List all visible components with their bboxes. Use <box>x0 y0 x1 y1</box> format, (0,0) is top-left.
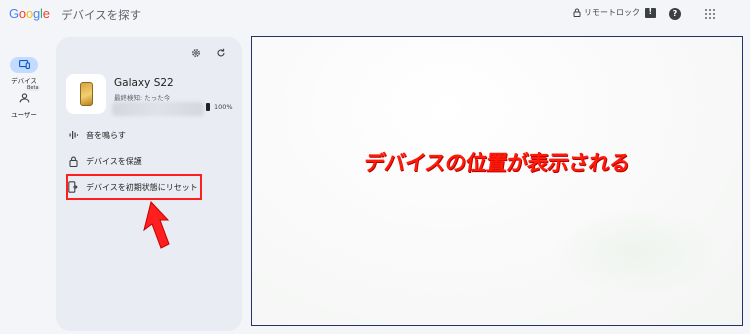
feedback-icon[interactable] <box>645 7 656 18</box>
logo-letter: o <box>18 6 26 21</box>
secure-device-action[interactable]: デバイスを保護 <box>68 155 142 167</box>
reset-highlight-box <box>66 174 202 200</box>
app-title: デバイスを探す <box>61 8 142 22</box>
rail-item-users[interactable]: Beta ユーザー <box>0 85 48 119</box>
logo-letter: o <box>25 6 33 21</box>
rail-pill <box>10 90 38 106</box>
map-view[interactable]: デバイスの位置が表示される <box>251 36 743 326</box>
rail-pill <box>10 56 38 73</box>
devices-icon <box>18 60 30 69</box>
logo-letter: g <box>32 6 41 21</box>
rail-item-devices[interactable]: デバイス <box>0 54 48 85</box>
rail-label-devices: デバイス <box>11 77 37 85</box>
apps-grid-icon[interactable] <box>705 9 715 19</box>
blurred-network-info <box>112 102 204 116</box>
beta-badge: Beta <box>26 85 40 91</box>
device-name[interactable]: Galaxy S22 <box>114 77 174 89</box>
phone-image <box>79 82 93 106</box>
google-logo[interactable]: Google <box>9 6 50 21</box>
logo-letter: e <box>42 6 50 21</box>
secure-device-label: デバイスを保護 <box>86 156 142 166</box>
user-icon <box>19 93 29 103</box>
lock-icon <box>68 155 78 167</box>
help-icon[interactable]: ? <box>669 8 681 20</box>
sound-icon <box>68 129 78 141</box>
play-sound-action[interactable]: 音を鳴らす <box>68 129 126 141</box>
logo-letter: G <box>9 6 19 21</box>
rail-label-users: ユーザー <box>11 111 37 119</box>
last-seen-text: 最終検知: たった今 <box>114 94 171 102</box>
remote-lock-label: リモートロック <box>584 8 640 17</box>
battery-icon <box>206 103 210 111</box>
battery-level: 100% <box>214 103 233 111</box>
map-overlay-caption: デバイスの位置が表示される <box>362 151 632 175</box>
red-arrow-icon <box>143 200 170 249</box>
play-sound-label: 音を鳴らす <box>86 130 126 140</box>
map-shading <box>552 207 722 297</box>
panel-toolbar <box>190 47 226 58</box>
settings-gear-icon[interactable] <box>190 47 201 58</box>
top-bar: Google デバイスを探す リモートロック ? <box>0 0 750 30</box>
lock-icon <box>573 8 581 17</box>
refresh-icon[interactable] <box>215 47 226 58</box>
battery-status: 100% <box>206 103 233 111</box>
device-thumbnail <box>66 74 106 114</box>
remote-lock-button[interactable]: リモートロック <box>573 7 640 18</box>
